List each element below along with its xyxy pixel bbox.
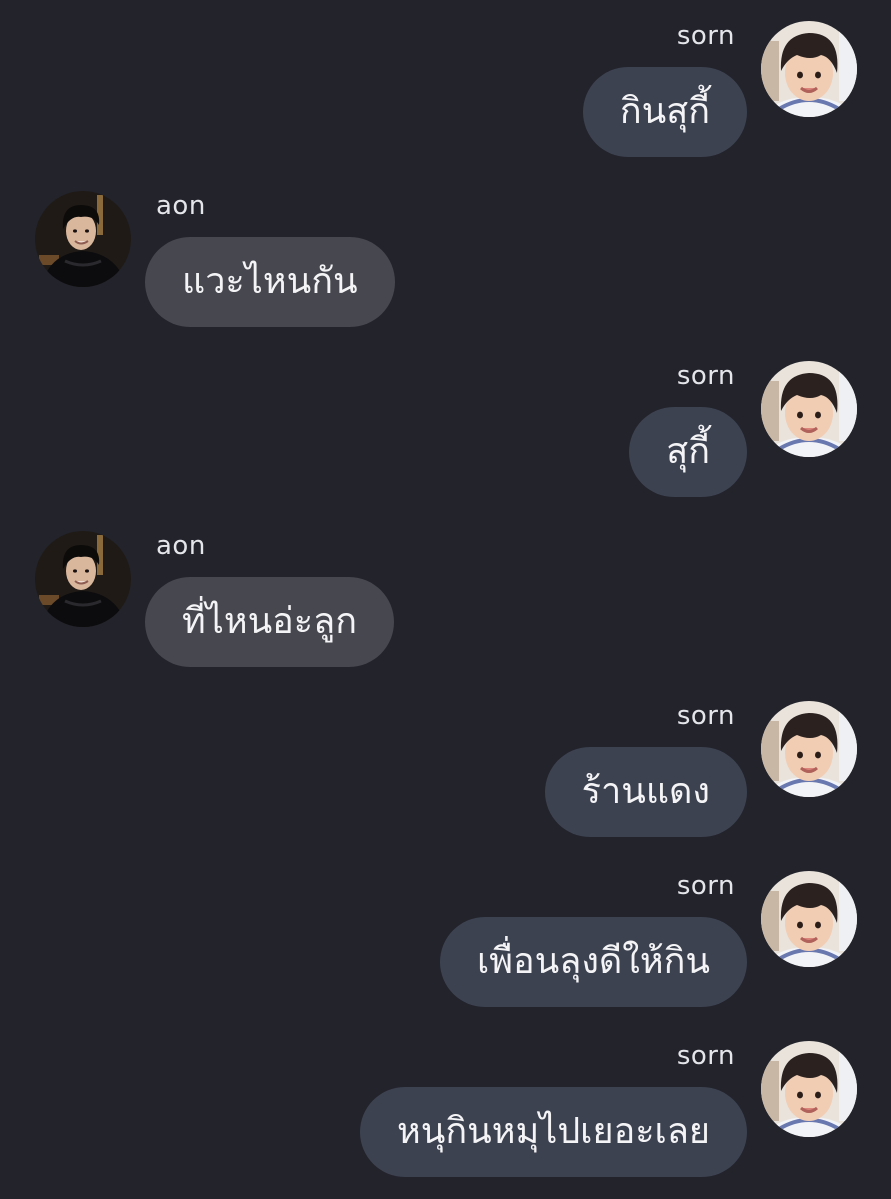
message-row: sorn เพื่อนลุงดีให้กิน: [0, 871, 891, 1031]
sender-name: aon: [156, 191, 206, 221]
message-row: aon แวะไหนกัน: [0, 191, 891, 351]
chat-thread: sorn กินสุกี้ aon แวะไหนกัน sorn สุกี้ a…: [0, 0, 891, 1199]
message-row: sorn หนุกินหมุไปเยอะเลย: [0, 1041, 891, 1199]
sender-name: sorn: [676, 871, 735, 901]
man-avatar-icon[interactable]: [35, 531, 131, 627]
sender-name: aon: [156, 531, 206, 561]
sender-name: sorn: [676, 21, 735, 51]
message-bubble[interactable]: ร้านแดง: [544, 747, 747, 837]
sender-name: sorn: [676, 1041, 735, 1071]
message-bubble[interactable]: แวะไหนกัน: [145, 237, 395, 327]
man-avatar-icon[interactable]: [35, 191, 131, 287]
sender-name: sorn: [676, 701, 735, 731]
message-bubble[interactable]: กินสุกี้: [582, 67, 747, 157]
message-row: sorn กินสุกี้: [0, 21, 891, 181]
message-bubble[interactable]: หนุกินหมุไปเยอะเลย: [360, 1087, 747, 1177]
message-bubble[interactable]: ที่ไหนอ่ะลูก: [145, 577, 394, 667]
child-avatar-icon[interactable]: [761, 1041, 857, 1137]
message-row: sorn ร้านแดง: [0, 701, 891, 861]
sender-name: sorn: [676, 361, 735, 391]
message-bubble[interactable]: สุกี้: [629, 407, 747, 497]
child-avatar-icon[interactable]: [761, 361, 857, 457]
message-bubble[interactable]: เพื่อนลุงดีให้กิน: [440, 917, 747, 1007]
message-row: sorn สุกี้: [0, 361, 891, 521]
message-row: aon ที่ไหนอ่ะลูก: [0, 531, 891, 691]
child-avatar-icon[interactable]: [761, 701, 857, 797]
child-avatar-icon[interactable]: [761, 21, 857, 117]
child-avatar-icon[interactable]: [761, 871, 857, 967]
